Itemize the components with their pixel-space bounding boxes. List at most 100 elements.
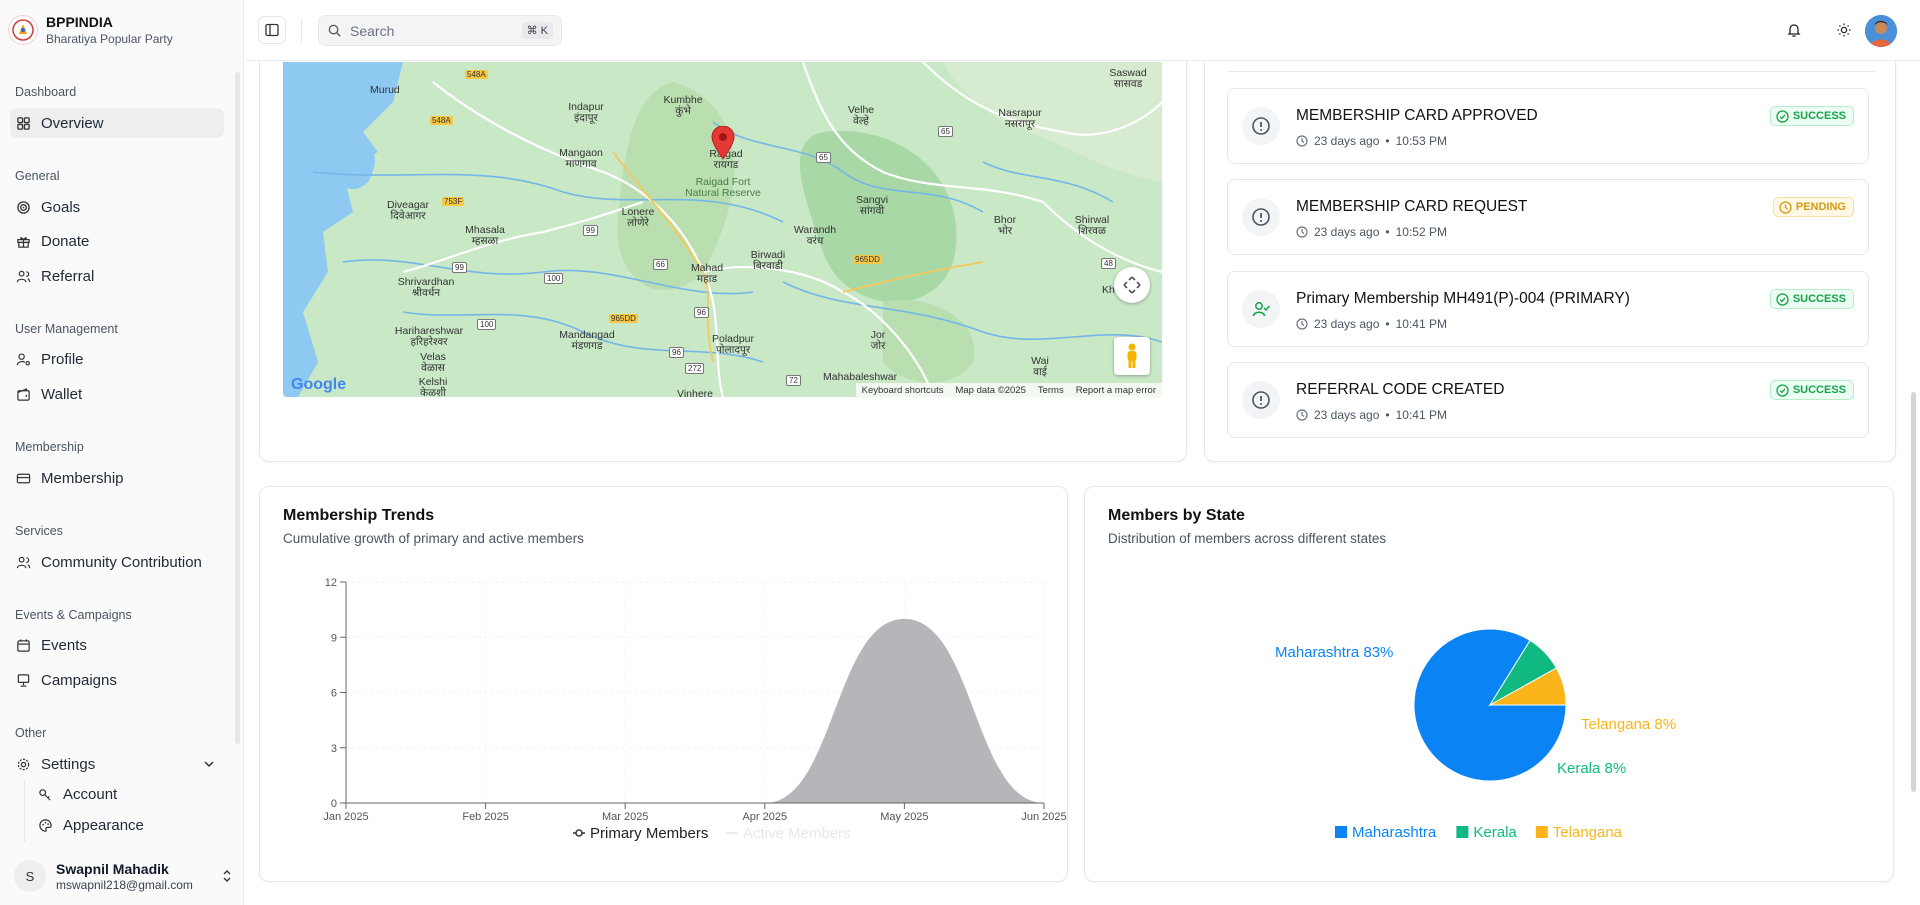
brand[interactable]: BPPINDIA Bharatiya Popular Party — [8, 14, 173, 46]
y-tick-label: 0 — [331, 798, 337, 810]
map-label-sangvi: Sangvi सांगवी — [855, 194, 889, 217]
panel-left-icon — [265, 23, 279, 37]
sidebar-item-referral[interactable]: Referral — [10, 261, 224, 291]
sidebar-item-label: Goals — [41, 198, 81, 216]
sidebar-toggle-button[interactable] — [258, 16, 286, 44]
street-view-pegman-button[interactable] — [1114, 337, 1150, 375]
map-label-velhe: Velhe वेल्हे — [847, 104, 875, 127]
search-input[interactable] — [350, 22, 510, 39]
activity-time: 23 days ago • 10:41 PM — [1296, 317, 1447, 331]
notifications-button[interactable] — [1782, 18, 1806, 42]
sidebar-item-account[interactable]: Account — [38, 780, 224, 808]
map-label-kelshi: Kelshi केळशी — [418, 376, 448, 398]
presentation-icon — [17, 673, 30, 687]
map-label-mahabaleshwar: Mahabaleshwar — [823, 371, 898, 383]
activity-timestamp: 10:52 PM — [1395, 225, 1447, 239]
gear-icon — [17, 758, 30, 770]
sidebar-item-label: Overview — [41, 114, 104, 132]
location-map[interactable]: Murud Indapur इंदापूर Kumbhe कुंभे Raiga… — [283, 62, 1162, 397]
map-label-mangaon: Mangaon माणगाव — [559, 147, 603, 170]
status-badge: SUCCESS — [1769, 106, 1854, 126]
clock-icon — [1779, 200, 1792, 214]
x-tick-label: Jan 2025 — [323, 811, 368, 823]
road-badge: 65 — [816, 152, 831, 163]
user-menu[interactable]: S Swapnil Mahadik mswapnil218@gmail.com — [14, 858, 234, 894]
map-label-warandh: Warandh वरंध — [793, 224, 837, 247]
sidebar-item-community-contribution[interactable]: Community Contribution — [10, 547, 224, 577]
sidebar-item-label: Account — [63, 785, 118, 803]
sidebar-item-donate[interactable]: Donate — [10, 226, 224, 256]
map-label-shirwal: Shirwal शिरवळ — [1074, 214, 1110, 237]
map-label-murud: Murud — [370, 84, 400, 96]
map-label-jor: Jor जोर — [870, 329, 886, 352]
terms-link[interactable]: Terms — [1038, 385, 1064, 396]
map-label-velas: Velas वेळास — [420, 351, 446, 374]
sidebar-item-settings[interactable]: Settings — [10, 749, 224, 779]
road-badge: 65 — [938, 126, 953, 137]
sidebar-scrollbar[interactable] — [235, 72, 240, 744]
activity-item[interactable]: MEMBERSHIP CARD REQUEST 23 days ago • 10… — [1227, 179, 1869, 255]
sidebar-item-events[interactable]: Events — [10, 630, 224, 660]
grid-icon — [17, 116, 30, 130]
legend-swatch — [1335, 826, 1347, 838]
map-pin-icon[interactable] — [711, 126, 735, 160]
sidebar-item-profile[interactable]: Profile — [10, 344, 224, 374]
legend-swatch — [1456, 826, 1469, 838]
keyboard-shortcuts-link[interactable]: Keyboard shortcuts — [862, 385, 944, 396]
profile-avatar[interactable] — [1865, 15, 1897, 47]
page-scrollbar[interactable] — [1911, 62, 1917, 905]
fullscreen-button[interactable] — [1114, 267, 1150, 303]
users-icon — [16, 556, 31, 568]
activity-item[interactable]: REFERRAL CODE CREATED 23 days ago • 10:4… — [1227, 362, 1869, 438]
map-label-nasrapur: Nasrapur नसरापूर — [998, 107, 1042, 130]
calendar-icon — [17, 638, 30, 652]
sidebar-item-wallet[interactable]: Wallet — [10, 379, 224, 409]
check-circle-icon — [1776, 292, 1789, 306]
activity-timestamp: 10:41 PM — [1395, 317, 1447, 331]
user-cog-icon — [16, 352, 30, 365]
check-circle-icon — [1776, 109, 1789, 123]
clock-icon — [1296, 318, 1308, 330]
report-map-error-link[interactable]: Report a map error — [1076, 385, 1156, 396]
activity-title: REFERRAL CODE CREATED — [1296, 381, 1505, 398]
status-badge: SUCCESS — [1769, 289, 1854, 309]
sidebar-item-membership[interactable]: Membership — [10, 463, 224, 493]
y-tick-label: 3 — [331, 743, 337, 755]
sun-icon — [1837, 23, 1851, 37]
chevron-down-icon[interactable] — [202, 757, 216, 771]
pie-data-label: Kerala 8% — [1557, 760, 1626, 777]
submenu-guide-line — [24, 780, 25, 842]
sidebar-item-overview[interactable]: Overview — [10, 108, 224, 138]
map-attribution: Keyboard shortcuts Map data ©2025 Terms … — [855, 383, 1162, 397]
search-box[interactable]: ⌘ K — [318, 15, 562, 46]
x-tick-label: Jun 2025 — [1021, 811, 1066, 823]
gift-icon — [17, 236, 30, 248]
activity-time-ago: 23 days ago — [1314, 408, 1380, 422]
section-membership: Membership — [15, 440, 84, 454]
membership-trends-chart[interactable]: 0 3 6 9 12 Jan 2025 Feb 2025 Mar 2025 Apr 2025 Ma… — [260, 487, 1069, 883]
sidebar-item-appearance[interactable]: Appearance — [38, 811, 224, 839]
theme-toggle-button[interactable] — [1832, 18, 1856, 42]
activity-time: 23 days ago • 10:41 PM — [1296, 408, 1447, 422]
road-badge: 100 — [544, 273, 564, 284]
map-label-kh: Kh — [1102, 284, 1115, 296]
activity-item[interactable]: Primary Membership MH491(P)-004 (PRIMARY… — [1227, 271, 1869, 347]
sidebar-item-campaigns[interactable]: Campaigns — [10, 665, 224, 695]
activity-item[interactable]: MEMBERSHIP CARD APPROVED 23 days ago • 1… — [1227, 88, 1869, 164]
section-user-management: User Management — [15, 322, 118, 336]
pie-data-label: Maharashtra 83% — [1275, 644, 1393, 661]
section-events-campaigns: Events & Campaigns — [15, 608, 132, 622]
y-tick-label: 6 — [331, 688, 337, 700]
alert-circle-icon — [1242, 107, 1280, 145]
meta-separator: • — [1385, 225, 1390, 239]
meta-separator: • — [1385, 317, 1390, 331]
status-badge: SUCCESS — [1769, 380, 1854, 400]
map-label-bhor: Bhor भोर — [993, 214, 1017, 237]
legend-label: Telangana — [1553, 824, 1623, 841]
section-general: General — [15, 169, 60, 183]
sidebar-item-goals[interactable]: Goals — [10, 192, 224, 222]
activity-time-ago: 23 days ago — [1314, 225, 1380, 239]
members-by-state-chart[interactable]: Maharashtra 83% Kerala 8% Telangana 8% Maha… — [1085, 487, 1895, 883]
pie-data-label: Telangana 8% — [1581, 716, 1676, 733]
user-name: Swapnil Mahadik — [56, 860, 169, 877]
